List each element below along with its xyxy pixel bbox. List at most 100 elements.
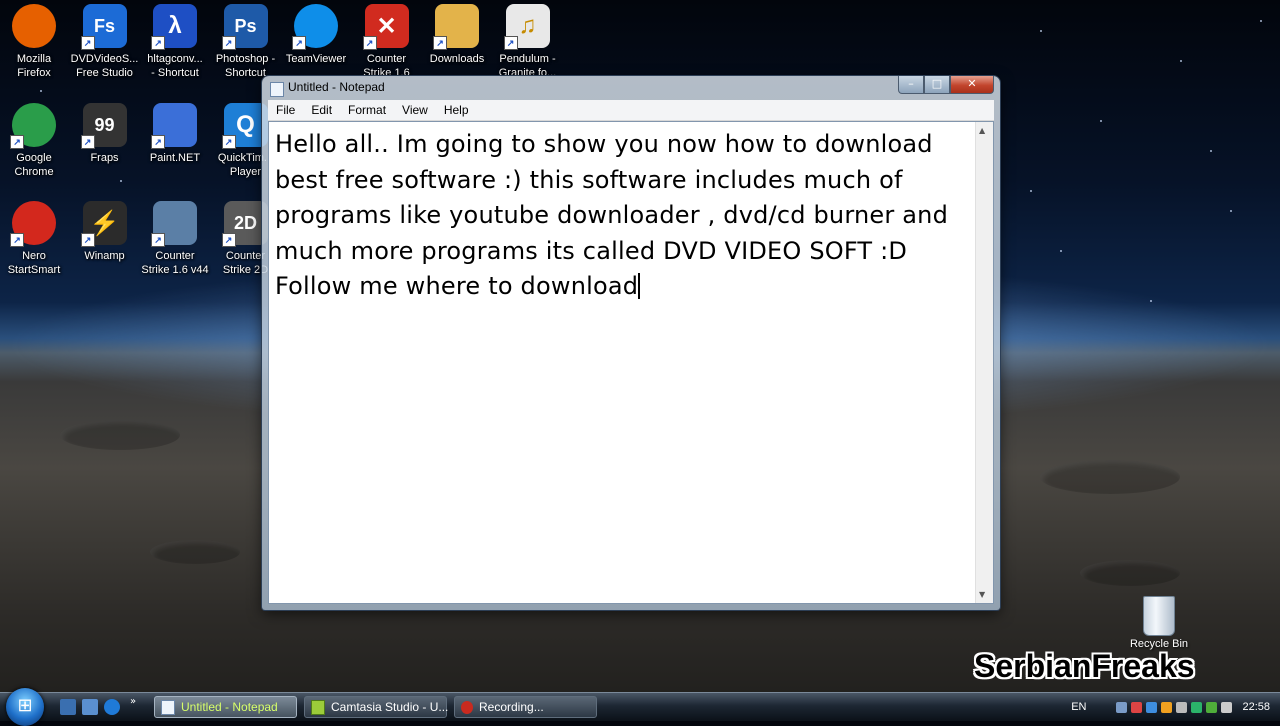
desktop-icon-label: Paint.NET <box>149 152 201 164</box>
desktop-icon[interactable]: Fs ↗ DVDVideoS... Free Studio <box>70 4 140 80</box>
shortcut-arrow-icon: ↗ <box>433 36 447 50</box>
watermark: SerbianFreaks <box>974 648 1195 684</box>
shortcut-arrow-icon: ↗ <box>362 36 377 50</box>
shortcut-arrow-icon: ↗ <box>80 233 95 247</box>
switch-windows-icon[interactable] <box>82 699 98 715</box>
menu-bar: File Edit Format View Help <box>268 100 994 121</box>
close-button[interactable]: ✕ <box>950 76 994 94</box>
menu-file[interactable]: File <box>268 103 303 117</box>
desktop-icon-label: Nero StartSmart <box>7 250 61 276</box>
folder-icon: ↗ <box>433 4 479 50</box>
update-icon[interactable] <box>1161 701 1173 713</box>
clock[interactable]: 22:58 <box>1242 701 1270 713</box>
vertical-scrollbar[interactable]: ▲ ▼ <box>975 122 993 603</box>
desktop-icon-label: DVDVideoS... Free Studio <box>70 53 139 79</box>
taskbar-label: Camtasia Studio - U... <box>331 700 449 714</box>
teamviewer-icon: ↗ <box>292 4 338 50</box>
menu-format[interactable]: Format <box>340 103 394 117</box>
audio-file-icon: ♫ ↗ <box>503 4 550 50</box>
taskbar-label: Recording... <box>479 700 544 714</box>
shortcut-arrow-icon: ↗ <box>292 36 306 50</box>
scroll-down-icon[interactable]: ▼ <box>979 590 985 599</box>
shortcut-arrow-icon: ↗ <box>221 135 236 149</box>
taskbar-button-notepad[interactable]: Untitled - Notepad <box>154 696 297 718</box>
recycle-bin[interactable]: Recycle Bin <box>1128 596 1190 650</box>
taskbar: » Untitled - Notepad Camtasia Studio - U… <box>0 688 1280 726</box>
window-title: Untitled - Notepad <box>288 80 385 94</box>
desktop-icon[interactable]: ↗ Nero StartSmart <box>0 201 69 277</box>
lambda-icon: λ ↗ <box>151 4 197 50</box>
display-icon[interactable] <box>1176 701 1188 713</box>
recycle-bin-icon <box>1143 596 1175 636</box>
document-content: Hello all.. Im going to show you now how… <box>275 130 949 300</box>
text-editor[interactable]: Hello all.. Im going to show you now how… <box>268 121 994 604</box>
photoshop-icon: Ps ↗ <box>221 4 268 50</box>
desktop-icon[interactable]: λ ↗ hltagconv... - Shortcut <box>140 4 210 80</box>
taskbar-button-recording[interactable]: Recording... <box>454 696 597 718</box>
shortcut-arrow-icon: ↗ <box>10 135 24 149</box>
desktop-icon[interactable]: ↗ Paint.NET <box>140 103 210 165</box>
shortcut-arrow-icon: ↗ <box>151 233 165 247</box>
desktop-icon[interactable]: ↗ Google Chrome <box>0 103 69 179</box>
record-icon <box>461 700 473 714</box>
desktop-icon-label: Downloads <box>429 53 485 65</box>
winamp-icon: ⚡ ↗ <box>80 201 127 247</box>
desktop-icon[interactable]: ↗ Counter Strike 1.6 v44 <box>140 201 210 277</box>
quicktime-icon: Q ↗ <box>221 103 268 149</box>
desktop-icon-label: Fraps <box>90 152 119 164</box>
desktop-icon-label: Google Chrome <box>14 152 54 178</box>
shortcut-arrow-icon: ↗ <box>10 233 24 247</box>
internet-explorer-icon[interactable] <box>104 699 120 715</box>
desktop-icon[interactable]: ♫ ↗ Pendulum - Granite fo... <box>493 4 563 80</box>
fs-icon: Fs ↗ <box>80 4 127 50</box>
shortcut-arrow-icon: ↗ <box>503 36 518 50</box>
shortcut-arrow-icon: ↗ <box>221 233 236 247</box>
fraps-icon: 99 ↗ <box>80 103 127 149</box>
firefox-icon <box>12 4 56 48</box>
minimize-button[interactable]: – <box>898 76 924 94</box>
desktop-icon[interactable]: Mozilla Firefox <box>0 4 69 80</box>
shortcut-arrow-icon: ↗ <box>80 135 95 149</box>
network-icon[interactable] <box>1116 701 1128 713</box>
language-indicator[interactable]: EN <box>1071 701 1086 713</box>
taskbar-button-camtasia[interactable]: Camtasia Studio - U... <box>304 696 449 718</box>
notepad-icon <box>161 699 175 715</box>
desktop-icon-label: Mozilla Firefox <box>16 53 52 79</box>
shortcut-arrow-icon: ↗ <box>151 135 165 149</box>
desktop-icon[interactable]: ⚡ ↗ Winamp <box>70 201 140 263</box>
signal-icon[interactable] <box>1206 701 1218 713</box>
show-desktop-icon[interactable] <box>60 699 76 715</box>
text-caret <box>638 273 641 299</box>
start-button[interactable] <box>6 688 44 726</box>
menu-edit[interactable]: Edit <box>303 103 340 117</box>
desktop-icon[interactable]: ↗ TeamViewer <box>281 4 351 66</box>
paintnet-icon: ↗ <box>151 103 197 149</box>
cs2d-icon: 2D ↗ <box>221 201 268 247</box>
menu-view[interactable]: View <box>394 103 436 117</box>
usb-icon[interactable] <box>1191 701 1203 713</box>
desktop-icon-label: hltagconv... - Shortcut <box>147 53 203 79</box>
antivirus-icon[interactable] <box>1131 701 1143 713</box>
volume-icon[interactable] <box>1221 701 1233 713</box>
shortcut-arrow-icon: ↗ <box>221 36 236 50</box>
desktop-icon[interactable]: 99 ↗ Fraps <box>70 103 140 165</box>
desktop-icon-label: TeamViewer <box>285 53 347 65</box>
menu-help[interactable]: Help <box>436 103 477 117</box>
system-tray: EN 22:58 <box>1071 693 1280 721</box>
chevron-icon[interactable]: » <box>130 696 140 712</box>
desktop-icon[interactable]: ✕ ↗ Counter Strike 1.6 <box>352 4 422 80</box>
cs-icon: ↗ <box>151 201 197 247</box>
desktop-icon[interactable]: ↗ Downloads <box>422 4 492 66</box>
scroll-up-icon[interactable]: ▲ <box>979 126 985 135</box>
desktop-icon-label: Counter Strike 1.6 v44 <box>141 250 209 276</box>
nero-icon: ↗ <box>10 201 56 247</box>
notepad-window[interactable]: Untitled - Notepad – □ ✕ File Edit Forma… <box>262 76 1000 610</box>
maximize-button[interactable]: □ <box>924 76 950 94</box>
taskbar-label: Untitled - Notepad <box>181 700 278 714</box>
bluetooth-icon[interactable] <box>1146 701 1158 713</box>
camtasia-icon <box>311 699 325 715</box>
desktop-icon[interactable]: Ps ↗ Photoshop - Shortcut <box>211 4 281 80</box>
shortcut-arrow-icon: ↗ <box>151 36 165 50</box>
notepad-icon <box>270 82 284 97</box>
shortcut-arrow-icon: ↗ <box>80 36 95 50</box>
